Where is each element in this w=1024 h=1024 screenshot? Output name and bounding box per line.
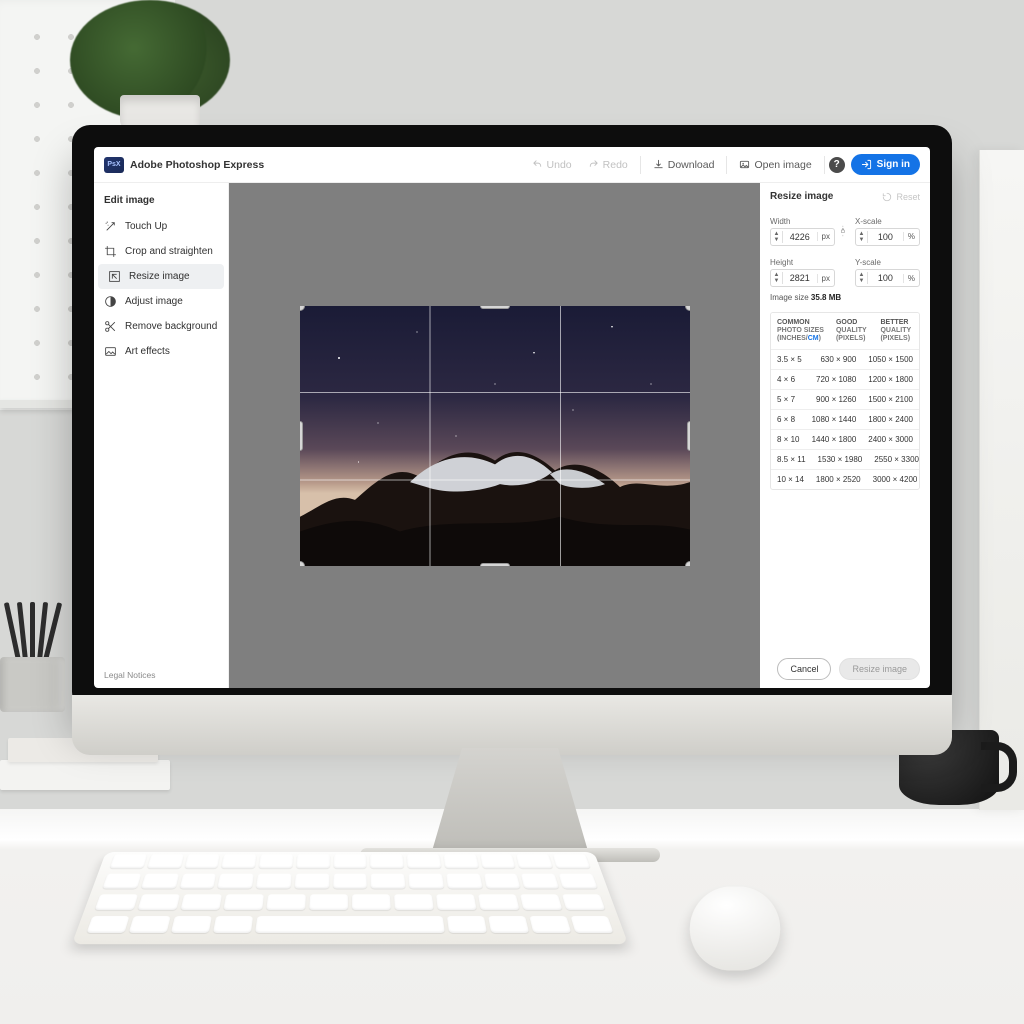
height-label: Height — [770, 258, 835, 267]
width-unit: px — [817, 232, 834, 241]
sidebar-item-remove-bg[interactable]: Remove background — [94, 314, 228, 339]
pencil-cup — [0, 612, 70, 712]
sidebar-item-adjust[interactable]: Adjust image — [94, 289, 228, 314]
sidebar-item-label: Remove background — [125, 321, 217, 332]
height-stepper[interactable]: ▲▼ — [771, 272, 783, 284]
sidebar-item-label: Adjust image — [125, 296, 183, 307]
resize-handle-left[interactable] — [300, 421, 303, 451]
app-name: Adobe Photoshop Express — [130, 159, 264, 171]
app-logo-icon: PsX — [104, 157, 124, 173]
xscale-stepper[interactable]: ▲▼ — [856, 231, 868, 243]
app-window: PsX Adobe Photoshop Express Undo Redo Do… — [94, 147, 930, 688]
undo-icon — [532, 159, 543, 170]
yscale-label: Y-scale — [855, 258, 920, 267]
adjust-icon — [104, 295, 117, 308]
download-button[interactable]: Download — [645, 155, 723, 175]
resize-handle-bottom[interactable] — [480, 563, 510, 566]
size-preset-row[interactable]: 6 × 81080 × 14401800 × 2400 — [771, 409, 919, 429]
undo-label: Undo — [547, 159, 572, 171]
size-preset-row[interactable]: 5 × 7900 × 12601500 × 2100 — [771, 389, 919, 409]
download-icon — [653, 159, 664, 170]
canvas-image[interactable] — [300, 306, 690, 566]
sidebar-item-label: Crop and straighten — [125, 246, 213, 257]
sign-in-button[interactable]: Sign in — [851, 154, 920, 175]
help-icon[interactable]: ? — [829, 157, 845, 173]
sidebar-item-crop[interactable]: Crop and straighten — [94, 239, 228, 264]
open-image-label: Open image — [754, 159, 811, 171]
art-effects-icon — [104, 345, 117, 358]
size-preset-row[interactable]: 10 × 141800 × 25203000 × 4200 — [771, 469, 919, 489]
sidebar-item-label: Touch Up — [125, 221, 167, 232]
imac-stand — [430, 748, 590, 858]
sign-in-icon — [861, 159, 872, 170]
height-input[interactable]: ▲▼ 2821 px — [770, 269, 835, 287]
width-label: Width — [770, 217, 835, 226]
xscale-input[interactable]: ▲▼ 100 % — [855, 228, 920, 246]
height-value: 2821 — [783, 273, 817, 283]
redo-label: Redo — [603, 159, 628, 171]
size-preset-row[interactable]: 4 × 6720 × 10801200 × 1800 — [771, 369, 919, 389]
resize-handle-top[interactable] — [480, 306, 510, 309]
keyboard — [72, 852, 629, 944]
col-common-sizes: COMMON PHOTO SIZES (INCHES/CM) — [771, 313, 830, 349]
size-preset-row[interactable]: 8 × 101440 × 18002400 × 3000 — [771, 429, 919, 449]
topbar: PsX Adobe Photoshop Express Undo Redo Do… — [94, 147, 930, 183]
lock-icon — [839, 225, 851, 237]
scissors-icon — [104, 320, 117, 333]
imac-bezel: PsX Adobe Photoshop Express Undo Redo Do… — [72, 125, 952, 710]
sidebar-item-resize[interactable]: Resize image — [98, 264, 224, 289]
lamp — [979, 150, 1024, 810]
xscale-label: X-scale — [855, 217, 920, 226]
desk-scene: PsX Adobe Photoshop Express Undo Redo Do… — [0, 0, 1024, 1024]
col-better-quality: BETTER QUALITY (PIXELS) — [874, 313, 919, 349]
sidebar-item-art-effects[interactable]: Art effects — [94, 339, 228, 364]
open-image-button[interactable]: Open image — [731, 155, 819, 175]
open-image-icon — [739, 159, 750, 170]
width-value: 4226 — [783, 232, 817, 242]
reset-button[interactable]: Reset — [882, 192, 920, 202]
sidebar: Edit image Touch Up Crop and straighten … — [94, 183, 229, 688]
sidebar-item-touch-up[interactable]: Touch Up — [94, 214, 228, 239]
size-preset-row[interactable]: 8.5 × 111530 × 19802550 × 3300 — [771, 449, 919, 469]
sidebar-item-label: Art effects — [125, 346, 170, 357]
yscale-unit: % — [903, 274, 919, 283]
aspect-lock[interactable] — [839, 208, 851, 254]
apply-resize-button[interactable]: Resize image — [839, 658, 920, 680]
reset-icon — [882, 192, 892, 202]
crop-icon — [104, 245, 117, 258]
size-presets-table: COMMON PHOTO SIZES (INCHES/CM) GOOD QUAL… — [770, 312, 920, 490]
sign-in-label: Sign in — [877, 159, 910, 170]
yscale-stepper[interactable]: ▲▼ — [856, 272, 868, 284]
redo-icon — [588, 159, 599, 170]
undo-button[interactable]: Undo — [524, 155, 580, 175]
mouse — [686, 886, 784, 970]
reset-label: Reset — [896, 192, 920, 202]
width-stepper[interactable]: ▲▼ — [771, 231, 783, 243]
xscale-unit: % — [903, 232, 919, 241]
cancel-button[interactable]: Cancel — [777, 658, 831, 680]
image-size-readout: Image size 35.8 MB — [770, 293, 920, 302]
xscale-value: 100 — [868, 232, 903, 242]
imac-chin — [72, 695, 952, 755]
canvas[interactable] — [229, 183, 760, 688]
resize-panel: Resize image Reset Width ▲▼ 4226 — [760, 183, 930, 688]
resize-icon — [108, 270, 121, 283]
download-label: Download — [668, 159, 715, 171]
panel-title: Resize image — [770, 191, 833, 202]
height-unit: px — [817, 274, 834, 283]
wand-icon — [104, 220, 117, 233]
width-input[interactable]: ▲▼ 4226 px — [770, 228, 835, 246]
yscale-input[interactable]: ▲▼ 100 % — [855, 269, 920, 287]
sidebar-item-label: Resize image — [129, 271, 190, 282]
yscale-value: 100 — [868, 273, 903, 283]
redo-button[interactable]: Redo — [580, 155, 636, 175]
col-good-quality: GOOD QUALITY (PIXELS) — [830, 313, 875, 349]
legal-notices-link[interactable]: Legal Notices — [104, 670, 156, 680]
resize-handle-right[interactable] — [687, 421, 690, 451]
size-preset-row[interactable]: 3.5 × 5630 × 9001050 × 1500 — [771, 349, 919, 369]
sidebar-title: Edit image — [94, 191, 228, 214]
